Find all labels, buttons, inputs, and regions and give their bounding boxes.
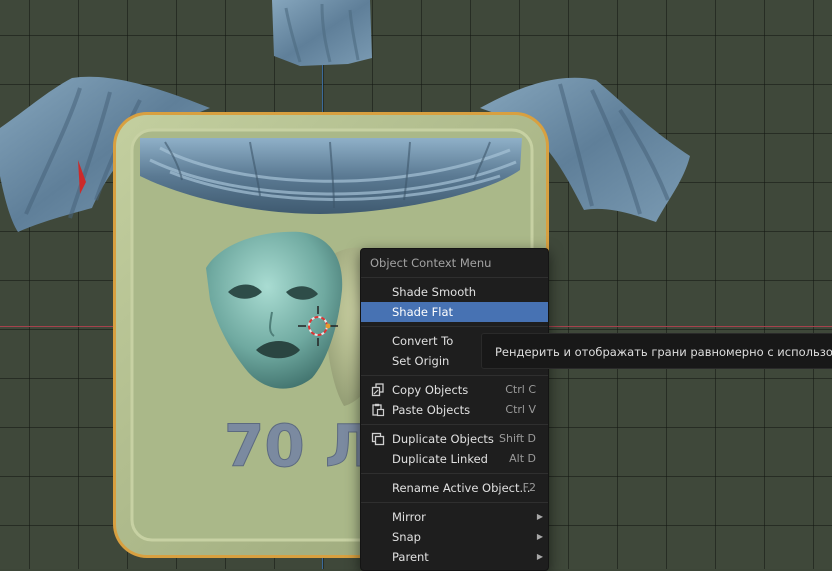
menu-item-label: Convert To xyxy=(392,334,454,348)
copy-icon xyxy=(371,383,384,397)
menu-title: Object Context Menu xyxy=(370,256,492,270)
submenu-arrow-icon: ▶ xyxy=(536,512,543,521)
menu-item-duplicate-objects[interactable]: Duplicate Objects Shift D xyxy=(361,429,548,449)
menu-divider xyxy=(361,326,548,327)
menu-item-label: Shade Flat xyxy=(392,305,454,319)
menu-item-parent[interactable]: Parent ▶ xyxy=(361,547,548,567)
menu-item-label: Parent xyxy=(392,550,429,564)
menu-item-label: Copy Objects xyxy=(392,383,469,397)
menu-item-label: Paste Objects xyxy=(392,403,471,417)
top-cloth xyxy=(272,0,372,66)
menu-divider xyxy=(361,473,548,474)
submenu-arrow-icon: ▶ xyxy=(536,552,543,561)
menu-item-label: Snap xyxy=(392,530,421,544)
object-context-menu: Object Context Menu Shade Smooth Shade F… xyxy=(360,248,549,571)
menu-item-label: Set Origin xyxy=(392,354,450,368)
embossed-text: 70 Л xyxy=(224,412,373,480)
paste-icon xyxy=(372,403,385,417)
menu-item-paste-objects[interactable]: Paste Objects Ctrl V xyxy=(361,400,548,420)
menu-divider xyxy=(361,277,548,278)
menu-item-shade-flat[interactable]: Shade Flat xyxy=(361,302,548,322)
menu-item-label: Duplicate Objects xyxy=(392,432,494,446)
menu-divider xyxy=(361,424,548,425)
submenu-arrow-icon: ▶ xyxy=(536,532,543,541)
tooltip: Рендерить и отображать грани равномерно … xyxy=(481,333,832,369)
menu-item-mirror[interactable]: Mirror ▶ xyxy=(361,507,548,527)
menu-item-label: Rename Active Object... xyxy=(392,481,531,495)
shortcut-text: Shift D xyxy=(499,432,536,445)
shortcut-text: Ctrl C xyxy=(505,383,536,396)
menu-item-label: Duplicate Linked xyxy=(392,452,488,466)
tooltip-text: Рендерить и отображать грани равномерно … xyxy=(495,345,832,359)
menu-item-duplicate-linked[interactable]: Duplicate Linked Alt D xyxy=(361,449,548,469)
shortcut-text: Alt D xyxy=(509,452,536,465)
shortcut-text: F2 xyxy=(522,481,536,494)
menu-item-shade-smooth[interactable]: Shade Smooth xyxy=(361,282,548,302)
menu-item-rename-active-object[interactable]: Rename Active Object... F2 xyxy=(361,478,548,498)
shortcut-text: Ctrl V xyxy=(505,403,536,416)
menu-item-copy-objects[interactable]: Copy Objects Ctrl C xyxy=(361,380,548,400)
menu-divider xyxy=(361,502,548,503)
duplicate-icon xyxy=(371,432,385,446)
menu-item-label: Shade Smooth xyxy=(392,285,477,299)
menu-item-label: Mirror xyxy=(392,510,426,524)
menu-item-snap[interactable]: Snap ▶ xyxy=(361,527,548,547)
menu-divider xyxy=(361,375,548,376)
